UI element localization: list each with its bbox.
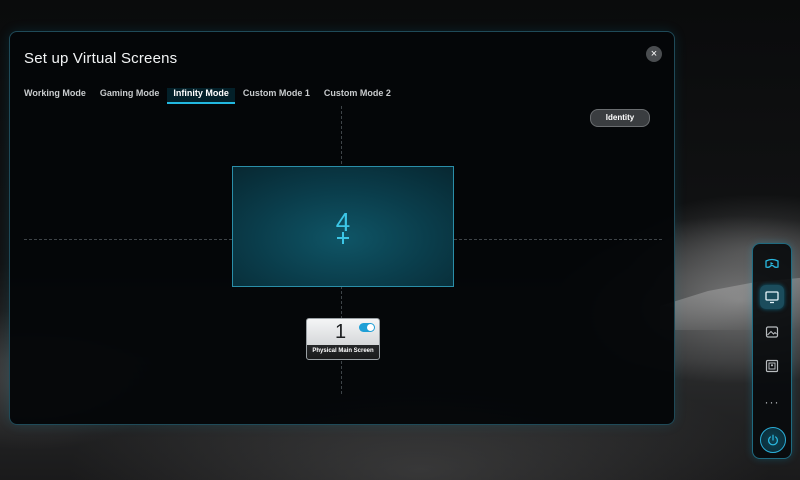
close-button[interactable]: ×	[646, 46, 662, 62]
image-icon	[765, 326, 779, 338]
more-icon: ···	[764, 395, 780, 409]
power-icon	[768, 434, 778, 446]
center-crosshair-icon	[337, 232, 349, 244]
dialog-title: Set up Virtual Screens	[24, 50, 178, 67]
physical-screen-number: 1	[335, 321, 347, 343]
side-dock: ···	[752, 243, 792, 459]
tab-infinity-mode[interactable]: Infinity Mode	[167, 88, 235, 104]
tab-gaming-mode[interactable]: Gaming Mode	[100, 88, 160, 104]
dock-item-vr[interactable]	[760, 252, 784, 276]
physical-main-screen[interactable]: 1 Physical Main Screen	[306, 318, 380, 360]
dock-item-screens[interactable]	[760, 285, 784, 309]
monitor-icon	[765, 291, 779, 304]
screen-layout-canvas: 4 1 Physical Main Screen	[24, 106, 662, 394]
tab-custom-mode-2[interactable]: Custom Mode 2	[324, 88, 391, 104]
physical-screen-toggle[interactable]	[359, 323, 375, 332]
mode-tabs: Working Mode Gaming Mode Infinity Mode C…	[24, 88, 405, 104]
physical-screen-label: Physical Main Screen	[312, 348, 374, 354]
tab-working-mode[interactable]: Working Mode	[24, 88, 86, 104]
virtual-screens-dialog: Set up Virtual Screens × Working Mode Ga…	[9, 31, 675, 425]
portrait-frame-icon	[765, 359, 779, 373]
close-icon: ×	[650, 48, 658, 60]
dock-item-frame[interactable]	[760, 354, 784, 378]
dock-item-wallpaper[interactable]	[760, 320, 784, 344]
tab-custom-mode-1[interactable]: Custom Mode 1	[243, 88, 310, 104]
power-button[interactable]	[760, 427, 786, 453]
virtual-screen-4[interactable]: 4	[232, 166, 454, 287]
vr-headset-icon	[765, 258, 779, 268]
dock-item-more[interactable]: ···	[760, 390, 784, 414]
